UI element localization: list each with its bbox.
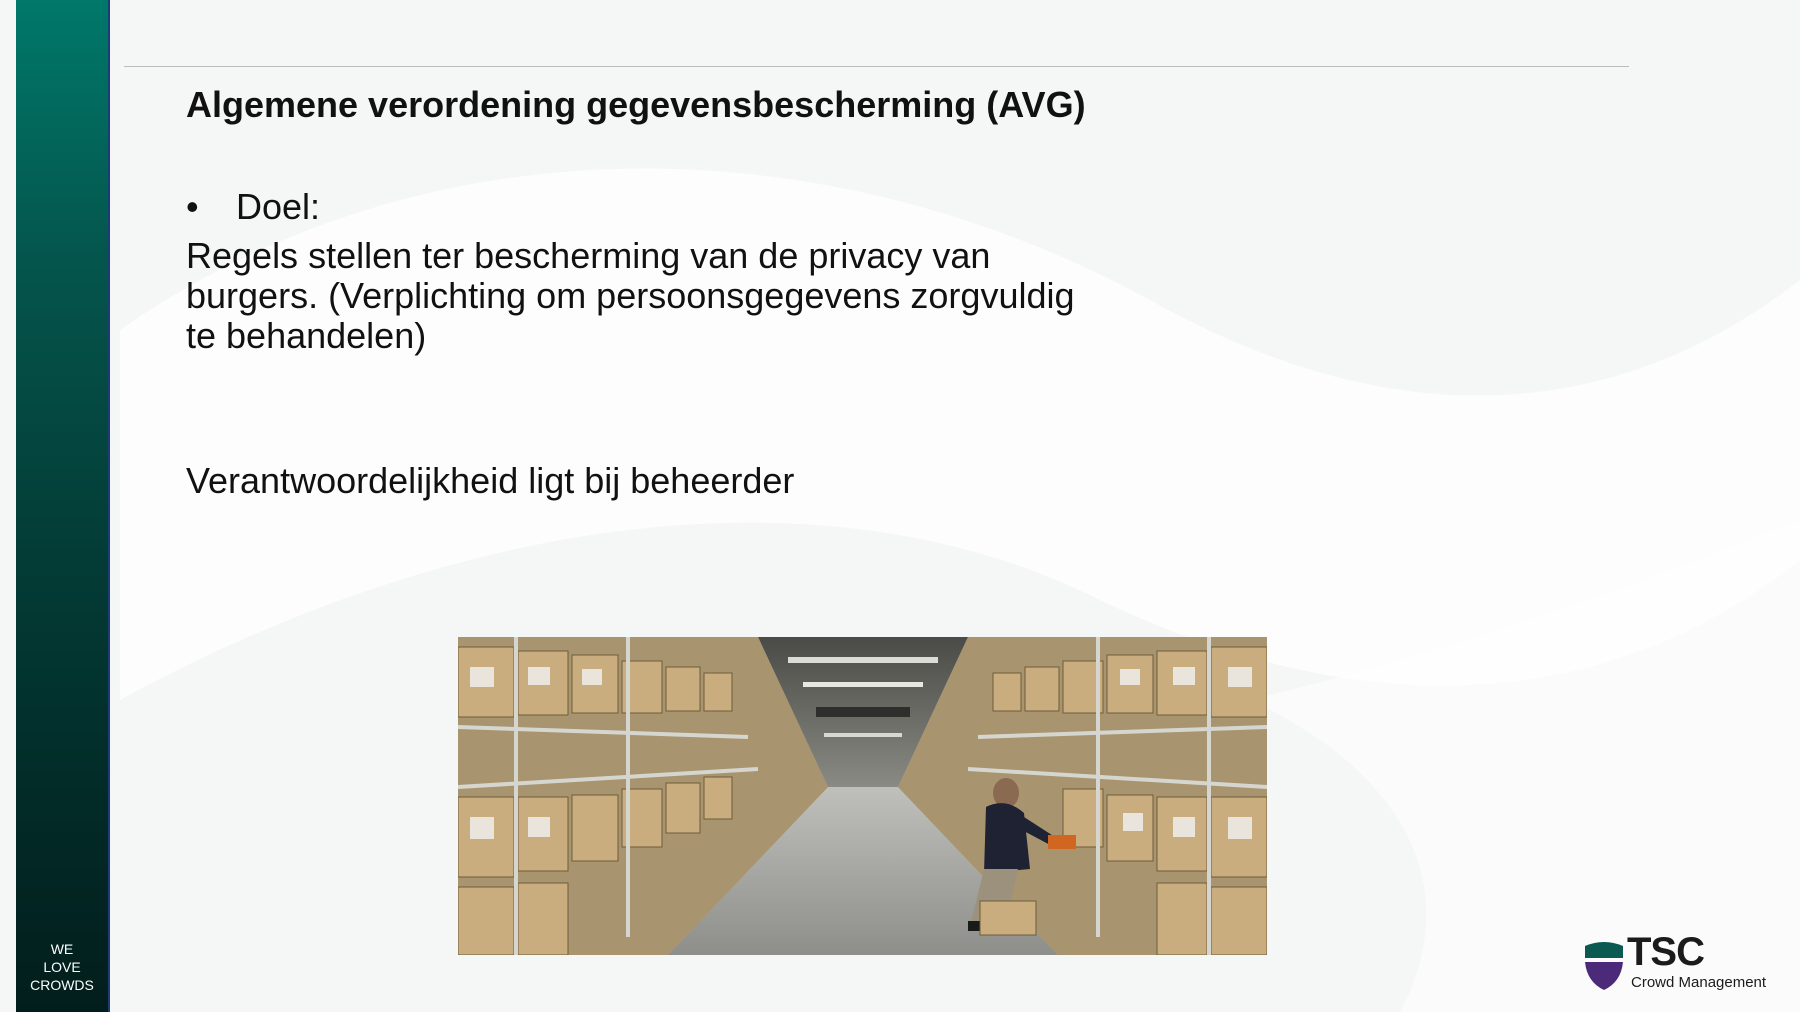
header-divider bbox=[124, 66, 1629, 67]
company-logo: TSC Crowd Management bbox=[1583, 930, 1783, 996]
shield-icon bbox=[1585, 942, 1623, 990]
body-line: burgers. (Verplichting om persoonsgegeve… bbox=[186, 275, 1075, 316]
body-line: Regels stellen ter bescherming van de pr… bbox=[186, 235, 991, 276]
logo-subtitle: Crowd Management bbox=[1631, 974, 1767, 991]
warehouse-illustration bbox=[458, 637, 1267, 955]
slogan-line: CROWDS bbox=[30, 977, 94, 993]
responsibility-statement: Verantwoordelijkheid ligt bij beheerder bbox=[186, 460, 795, 501]
body-line: te behandelen) bbox=[186, 315, 427, 356]
archive-warehouse-photo bbox=[458, 637, 1267, 955]
goal-description: Regels stellen ter bescherming van de pr… bbox=[186, 236, 1126, 356]
slide: WE LOVE CROWDS Algemene verordening gege… bbox=[0, 0, 1800, 1012]
bullet-marker: • bbox=[186, 186, 199, 227]
bullet-item: • Doel: bbox=[186, 186, 320, 228]
sidebar-slogan: WE LOVE CROWDS bbox=[16, 940, 108, 994]
slogan-line: LOVE bbox=[43, 959, 81, 975]
slide-title: Algemene verordening gegevensbescherming… bbox=[186, 84, 1086, 125]
sidebar: WE LOVE CROWDS bbox=[16, 0, 110, 1012]
slogan-line: WE bbox=[50, 941, 74, 957]
logo-wordmark: TSC bbox=[1627, 930, 1705, 974]
bullet-label: Doel: bbox=[236, 186, 321, 227]
